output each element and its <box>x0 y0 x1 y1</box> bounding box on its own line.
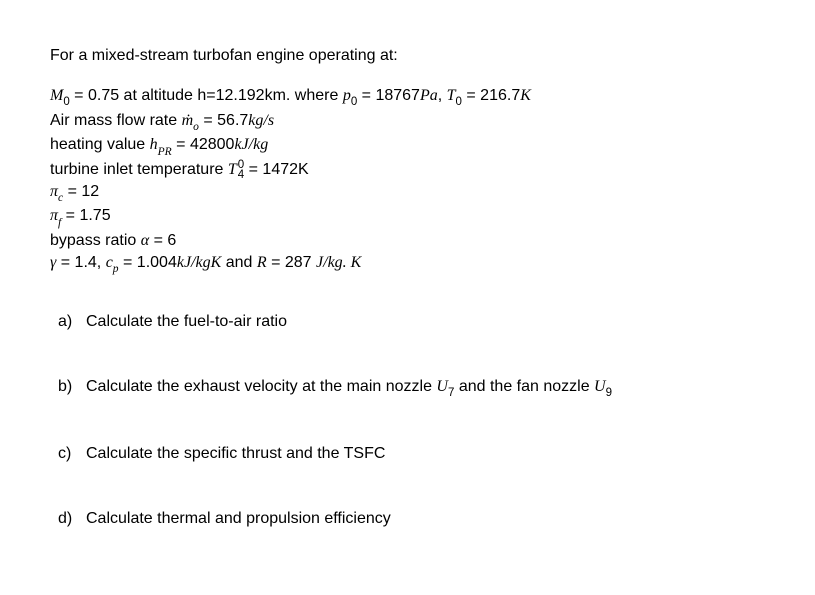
sym-T0-T: T <box>447 87 456 104</box>
sym-p0-p: p <box>343 87 351 104</box>
txt-l8e: = 1.004 <box>119 254 177 271</box>
sym-U7-7: 7 <box>448 387 454 399</box>
question-d: d) Calculate thermal and propulsion effi… <box>50 509 765 530</box>
txt-l3d: = 42800 <box>172 136 235 153</box>
unit-kJkg: kJ/kg <box>234 136 268 153</box>
sym-cp-p: p <box>113 263 119 275</box>
param-line-4: turbine inlet temperature T04 = 1472K <box>50 159 765 181</box>
unit-JkgK: J/kg. K <box>316 254 361 271</box>
param-line-5: πc = 12 <box>50 181 765 206</box>
txt-l4e: = 1472K <box>244 161 309 178</box>
sym-alpha: α <box>141 232 149 249</box>
question-d-letter: d) <box>50 509 86 530</box>
sym-mdot-m: ṁ <box>182 112 194 129</box>
param-line-6: πf = 1.75 <box>50 205 765 230</box>
unit-Pa: Pa <box>420 87 438 104</box>
txt-l1h: , <box>438 87 447 104</box>
unit-kgs: kg/s <box>248 112 274 129</box>
param-line-3: heating value hPR = 42800kJ/kg <box>50 134 765 159</box>
txt-l8i: = 287 <box>267 254 316 271</box>
txt-l1f: = 18767 <box>357 87 420 104</box>
param-line-8: γ = 1.4, cp = 1.004kJ/kgK and R = 287 J/… <box>50 252 765 277</box>
txt-l1c: = 0.75 at altitude h=12.192km. where <box>70 87 343 104</box>
sym-cp-c: c <box>106 254 113 271</box>
txt-l5c: = 12 <box>63 183 99 200</box>
question-c-letter: c) <box>50 444 86 465</box>
question-b-text1: Calculate the exhaust velocity at the ma… <box>86 378 436 395</box>
parameters-block: M0 = 0.75 at altitude h=12.192km. where … <box>50 85 765 277</box>
txt-l7c: = 6 <box>149 232 176 249</box>
txt-l6c: = 1.75 <box>61 207 110 224</box>
txt-l2d: = 56.7 <box>199 112 248 129</box>
sym-hPR-h: h <box>150 136 158 153</box>
unit-kJkgK: kJ/kgK <box>177 254 221 271</box>
sym-pic-pi: π <box>50 183 58 200</box>
question-b-text: Calculate the exhaust velocity at the ma… <box>86 377 765 400</box>
question-a: a) Calculate the fuel-to-air ratio <box>50 312 765 333</box>
sym-hPR-PR: PR <box>158 146 172 158</box>
txt-l8g: and <box>221 254 257 271</box>
sym-U7-U: U <box>436 378 448 395</box>
sym-pif-f: f <box>58 217 61 229</box>
txt-l4a: turbine inlet temperature <box>50 161 228 178</box>
unit-K-1: K <box>520 87 531 104</box>
sym-U9-U: U <box>594 378 606 395</box>
question-b-text2: and the fan nozzle <box>454 378 594 395</box>
intro-text: For a mixed-stream turbofan engine opera… <box>50 46 765 67</box>
sym-T04-T: T <box>228 161 237 178</box>
sym-U9-9: 9 <box>606 387 612 399</box>
sym-M0-M: M <box>50 87 63 104</box>
question-c-text: Calculate the specific thrust and the TS… <box>86 444 765 465</box>
param-line-1: M0 = 0.75 at altitude h=12.192km. where … <box>50 85 765 110</box>
question-b-letter: b) <box>50 377 86 400</box>
sym-p0-0: 0 <box>351 96 357 108</box>
sym-mdot-o: o <box>193 121 199 133</box>
question-a-letter: a) <box>50 312 86 333</box>
question-d-text: Calculate thermal and propulsion efficie… <box>86 509 765 530</box>
sym-pic-c: c <box>58 192 63 204</box>
sym-M0-0: 0 <box>63 96 69 108</box>
txt-l1k: = 216.7 <box>462 87 520 104</box>
sym-T0-0: 0 <box>456 96 462 108</box>
question-a-text: Calculate the fuel-to-air ratio <box>86 312 765 333</box>
txt-l8b: = 1.4, <box>56 254 105 271</box>
sym-pif-pi: π <box>50 207 58 224</box>
param-line-7: bypass ratio α = 6 <box>50 230 765 252</box>
txt-l2a: Air mass flow rate <box>50 112 182 129</box>
param-line-2: Air mass flow rate ṁo = 56.7kg/s <box>50 110 765 135</box>
sym-R: R <box>257 254 267 271</box>
txt-l7a: bypass ratio <box>50 232 141 249</box>
question-c: c) Calculate the specific thrust and the… <box>50 444 765 465</box>
problem-page: For a mixed-stream turbofan engine opera… <box>0 0 815 560</box>
txt-l3a: heating value <box>50 136 150 153</box>
question-b: b) Calculate the exhaust velocity at the… <box>50 377 765 400</box>
